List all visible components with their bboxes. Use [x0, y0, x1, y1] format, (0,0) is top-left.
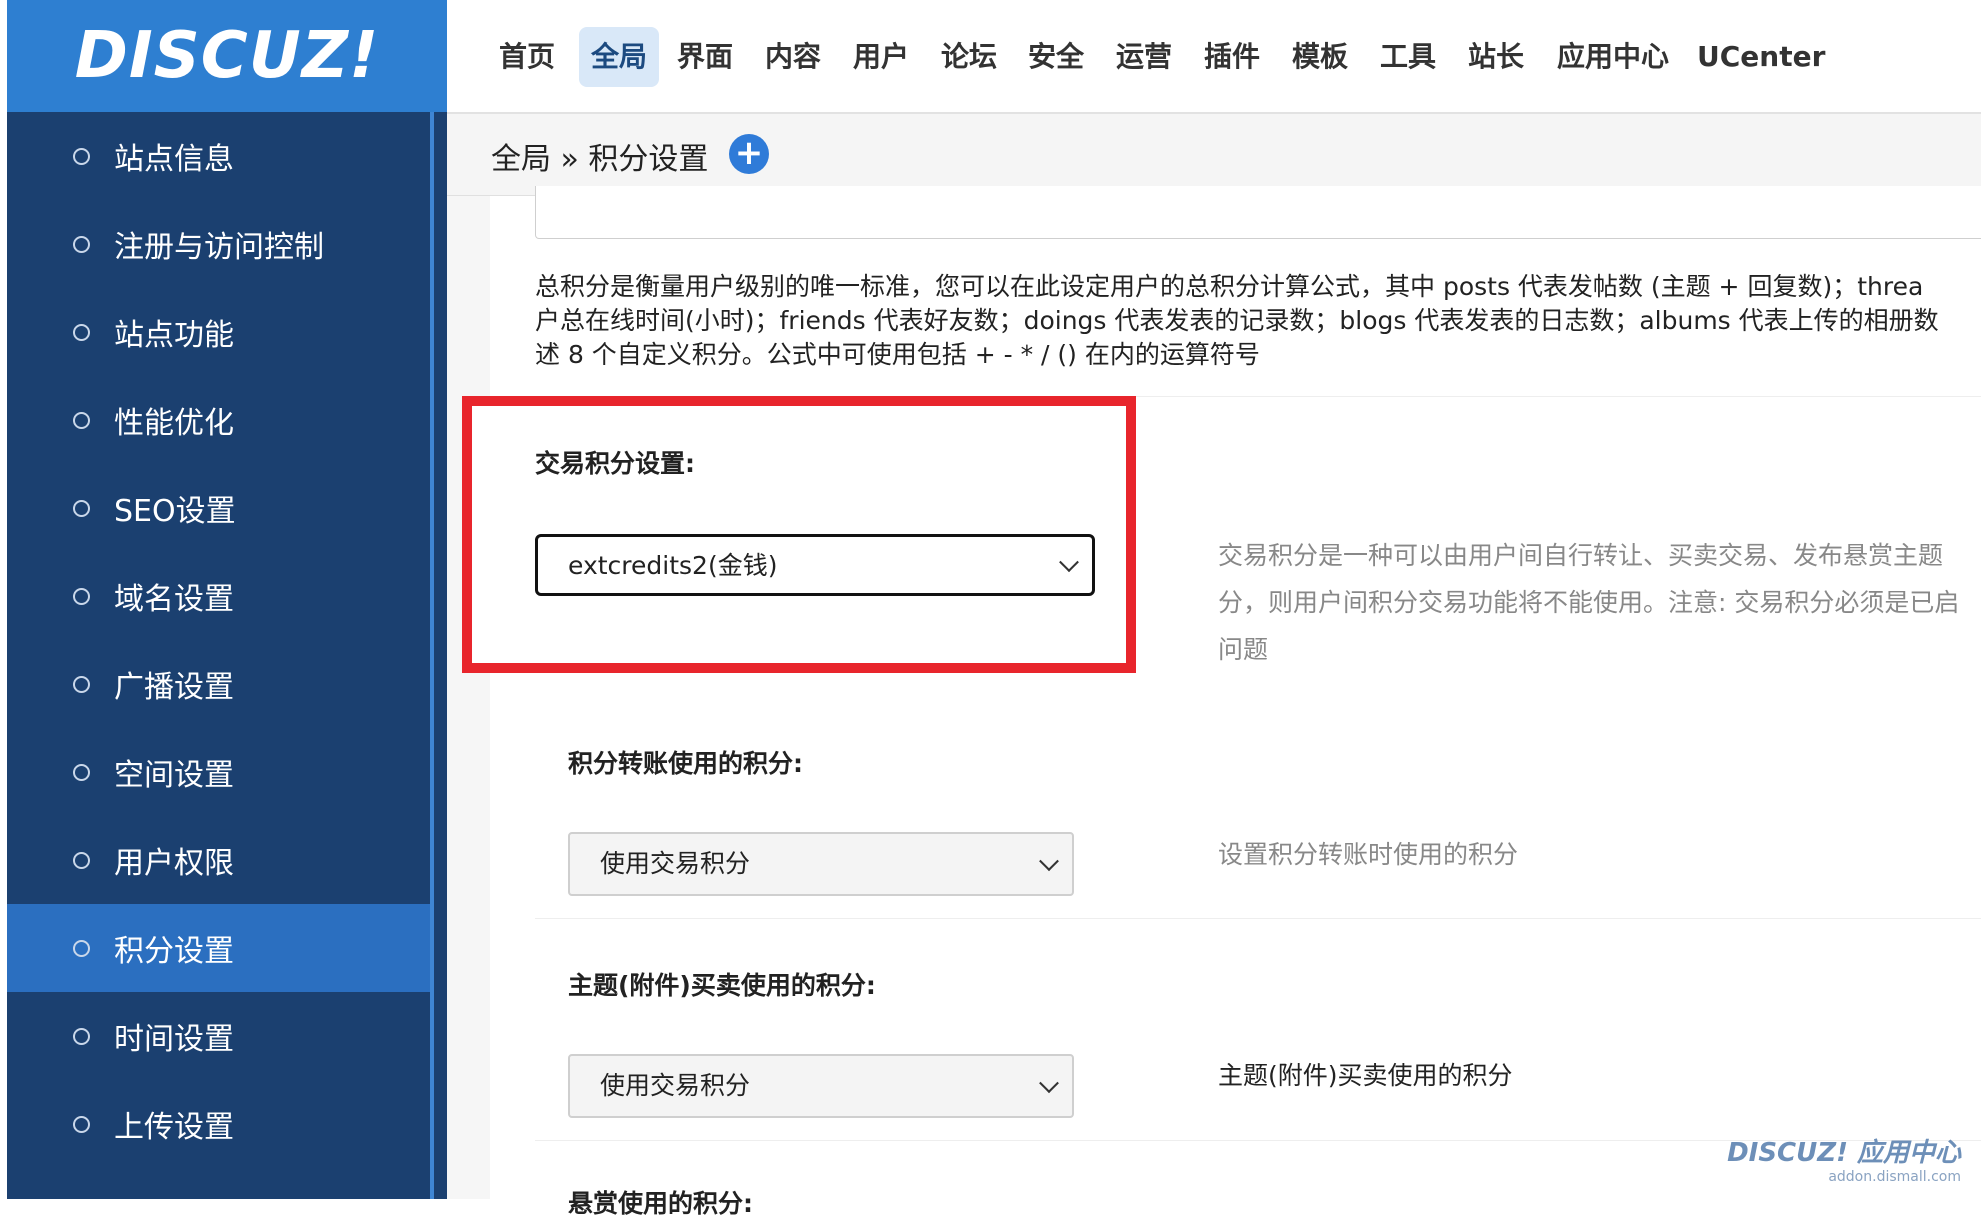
top-nav: 首页 全局 界面 内容 用户 论坛 安全 运营 插件 模板 工具 站长 应用中心…: [447, 0, 1981, 114]
formula-description: 总积分是衡量用户级别的唯一标准，您可以在此设定用户的总积分计算公式，其中 pos…: [535, 270, 1981, 372]
nav-tools[interactable]: 工具: [1376, 27, 1440, 87]
sidebar-item-space[interactable]: 空间设置: [7, 728, 437, 816]
sidebar-item-performance[interactable]: 性能优化: [7, 376, 437, 464]
transfer-credit-label: 积分转账使用的积分:: [568, 749, 803, 778]
chevron-down-icon: [1039, 1073, 1059, 1094]
nav-app-center[interactable]: 应用中心: [1552, 27, 1674, 87]
sidebar-item-site-info[interactable]: 站点信息: [7, 112, 437, 200]
sidebar-item-label: 积分设置: [114, 934, 234, 969]
nav-operation[interactable]: 运营: [1112, 27, 1176, 87]
watermark-logo: DISCUZ! 应用中心: [1727, 1138, 1961, 1168]
sidebar-item-label: 空间设置: [114, 758, 234, 793]
radio-circle-icon: [73, 763, 90, 781]
sidebar-item-label: 时间设置: [114, 1022, 234, 1057]
trade-credit-select[interactable]: extcredits2(金钱): [535, 534, 1095, 596]
sidebar-item-label: 上传设置: [114, 1110, 234, 1145]
nav-interface[interactable]: 界面: [673, 27, 737, 87]
select-value: 使用交易积分: [600, 1071, 751, 1100]
desc-line: 述 8 个自定义积分。公式中可使用包括 + - * / () 在内的运算符号: [535, 340, 1260, 369]
radio-circle-icon: [73, 235, 90, 253]
radio-circle-icon: [73, 587, 90, 605]
row-divider: [535, 918, 1981, 919]
sidebar-item-site-features[interactable]: 站点功能: [7, 288, 437, 376]
settings-form: 总积分是衡量用户级别的唯一标准，您可以在此设定用户的总积分计算公式，其中 pos…: [462, 186, 1981, 1218]
radio-circle-icon: [73, 675, 90, 693]
radio-circle-icon: [73, 323, 90, 341]
sidebar-item-label: 站点信息: [114, 142, 234, 177]
desc-line: 交易积分是一种可以由用户间自行转让、买卖交易、发布悬赏主题: [1218, 541, 1944, 570]
logo-box[interactable]: DISCUZ!: [7, 0, 447, 112]
formula-textarea[interactable]: [535, 186, 1981, 239]
radio-circle-icon: [73, 147, 90, 165]
content-area: 总积分是衡量用户级别的唯一标准，您可以在此设定用户的总积分计算公式，其中 pos…: [447, 186, 1981, 1218]
transfer-credit-description: 设置积分转账时使用的积分: [1218, 840, 1519, 869]
watermark-url: addon.dismall.com: [1828, 1169, 1961, 1185]
nav-security[interactable]: 安全: [1024, 27, 1088, 87]
nav-forum[interactable]: 论坛: [937, 27, 1001, 87]
radio-circle-icon: [73, 499, 90, 517]
sidebar: 站点信息 注册与访问控制 站点功能 性能优化 SEO设置 域名设置 广播设置 空…: [7, 112, 437, 1199]
radio-circle-icon: [73, 851, 90, 869]
sidebar-item-domain[interactable]: 域名设置: [7, 552, 437, 640]
nav-ucenter[interactable]: UCenter: [1697, 27, 1825, 87]
discuz-logo: DISCUZ!: [74, 19, 380, 93]
reward-credit-label: 悬赏使用的积分:: [568, 1189, 753, 1218]
radio-circle-icon: [73, 411, 90, 429]
sidebar-item-label: 注册与访问控制: [114, 230, 324, 265]
desc-line: 分，则用户间积分交易功能将不能使用。注意: 交易积分必须是已启: [1218, 588, 1960, 617]
sidebar-item-credits[interactable]: 积分设置: [7, 904, 437, 992]
sidebar-item-label: 广播设置: [114, 670, 234, 705]
breadcrumb: 全局 » 积分设置: [491, 142, 709, 177]
radio-circle-icon: [73, 939, 90, 957]
topic-credit-label: 主题(附件)买卖使用的积分:: [568, 971, 876, 1000]
nav-templates[interactable]: 模板: [1288, 27, 1352, 87]
transfer-credit-select[interactable]: 使用交易积分: [568, 832, 1074, 896]
trade-credit-label: 交易积分设置:: [535, 449, 695, 478]
nav-global[interactable]: 全局: [579, 27, 659, 87]
sidebar-item-seo[interactable]: SEO设置: [7, 464, 437, 552]
nav-content[interactable]: 内容: [761, 27, 825, 87]
sidebar-item-user-permission[interactable]: 用户权限: [7, 816, 437, 904]
sidebar-item-label: 用户权限: [114, 846, 234, 881]
trade-credit-description: 交易积分是一种可以由用户间自行转让、买卖交易、发布悬赏主题 分，则用户间积分交易…: [1218, 532, 1981, 673]
radio-circle-icon: [73, 1027, 90, 1045]
sidebar-item-broadcast[interactable]: 广播设置: [7, 640, 437, 728]
chevron-down-icon: [1059, 552, 1079, 573]
nav-plugins[interactable]: 插件: [1200, 27, 1264, 87]
topic-credit-description: 主题(附件)买卖使用的积分: [1218, 1061, 1513, 1090]
sidebar-item-label: 域名设置: [114, 582, 234, 617]
plus-circle-icon[interactable]: +: [729, 134, 769, 174]
sidebar-item-label: 性能优化: [114, 406, 234, 441]
desc-line: 问题: [1218, 635, 1269, 664]
sidebar-item-label: 站点功能: [114, 318, 234, 353]
sidebar-scrollbar[interactable]: [430, 112, 447, 1199]
radio-circle-icon: [73, 1115, 90, 1133]
sidebar-item-register-access[interactable]: 注册与访问控制: [7, 200, 437, 288]
select-value: extcredits2(金钱): [568, 551, 778, 580]
breadcrumb-bar: 全局 » 积分设置 +: [447, 114, 1981, 196]
chevron-down-icon: [1039, 851, 1059, 872]
nav-user[interactable]: 用户: [849, 27, 913, 87]
sidebar-item-upload[interactable]: 上传设置: [7, 1080, 437, 1168]
nav-webmaster[interactable]: 站长: [1464, 27, 1528, 87]
desc-line: 总积分是衡量用户级别的唯一标准，您可以在此设定用户的总积分计算公式，其中 pos…: [535, 272, 1924, 301]
topic-credit-select[interactable]: 使用交易积分: [568, 1054, 1074, 1118]
desc-line: 户总在线时间(小时)；friends 代表好友数；doings 代表发表的记录数…: [535, 306, 1939, 335]
nav-home[interactable]: 首页: [497, 27, 557, 87]
discuz-watermark: DISCUZ! 应用中心 addon.dismall.com: [1727, 1132, 1961, 1185]
sidebar-item-time[interactable]: 时间设置: [7, 992, 437, 1080]
select-value: 使用交易积分: [600, 849, 751, 878]
sidebar-item-label: SEO设置: [114, 494, 236, 529]
